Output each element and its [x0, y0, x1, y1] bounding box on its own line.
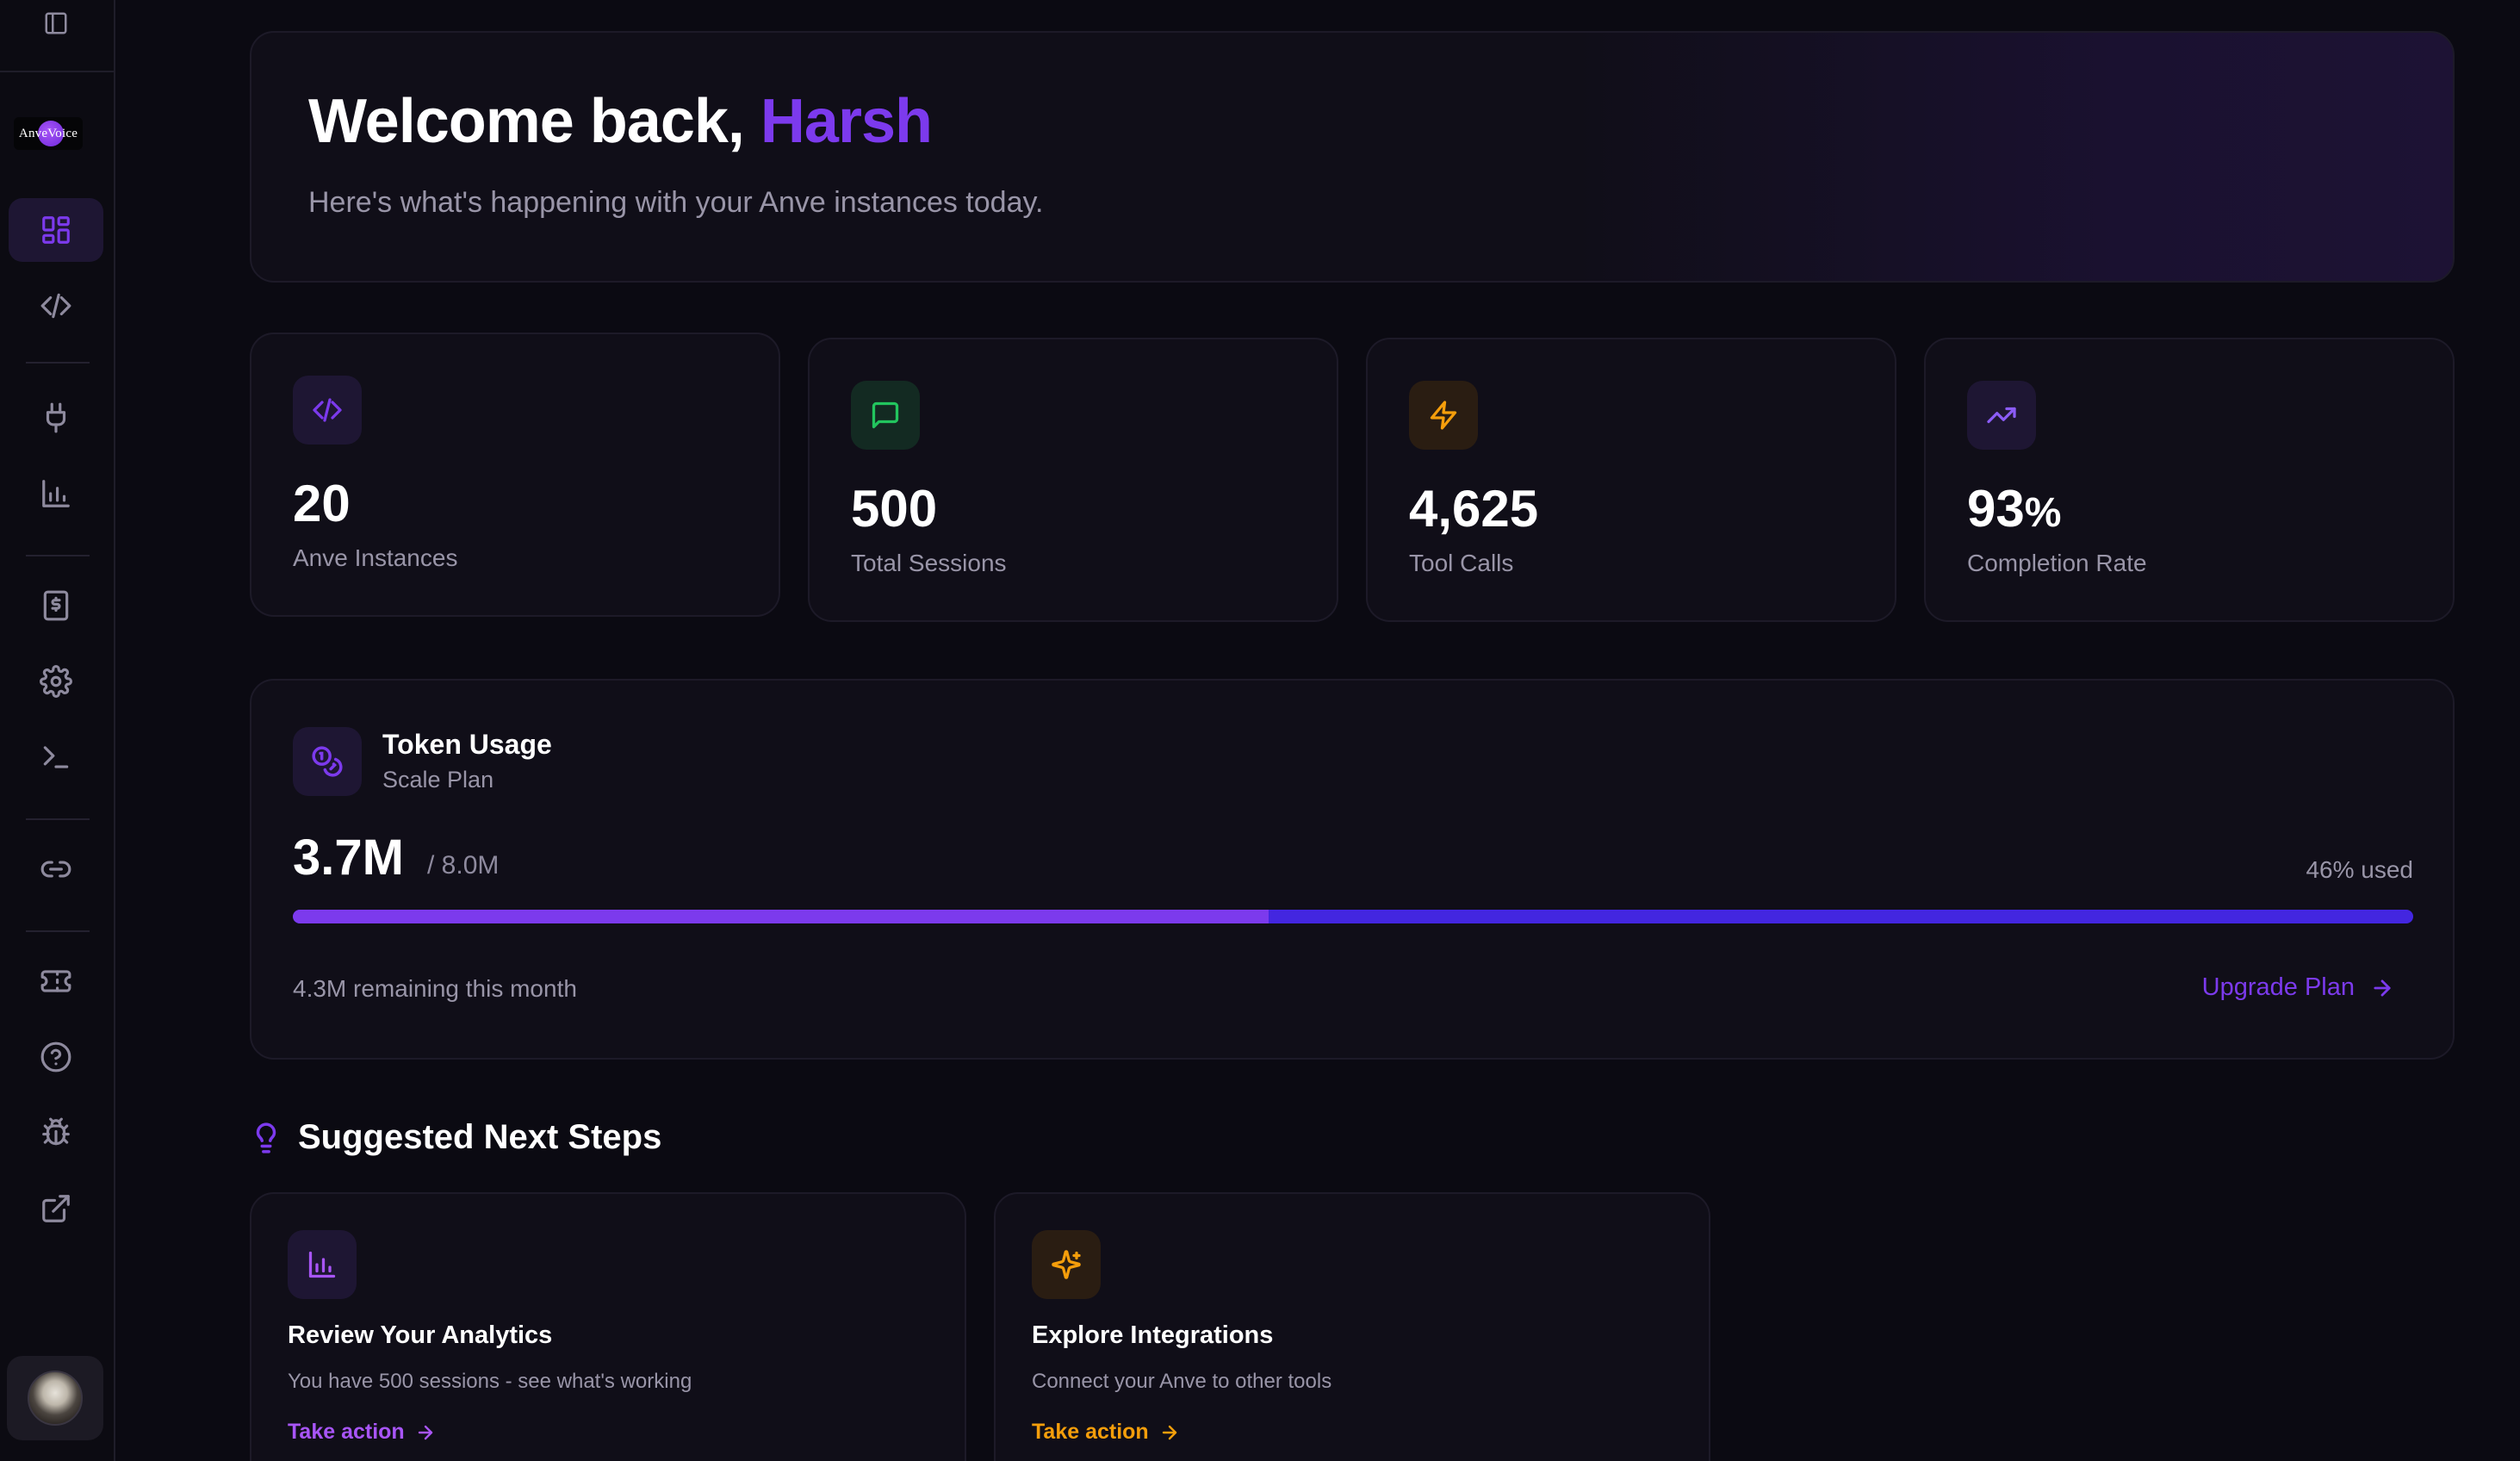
sidebar-item-links[interactable] [9, 837, 103, 901]
arrow-right-icon [1159, 1422, 1180, 1443]
step-description: Connect your Anve to other tools [1032, 1370, 1332, 1393]
sidebar: AnveVoice [0, 0, 115, 1461]
welcome-subtitle: Here's what's happening with your Anve i… [308, 186, 1044, 219]
token-usage-title: Token Usage [382, 729, 552, 760]
stat-value: 93% [1967, 480, 2062, 538]
stat-label: Anve Instances [293, 544, 458, 571]
step-title: Review Your Analytics [288, 1321, 553, 1349]
usage-progress-fill [293, 910, 1269, 923]
stat-card-instances[interactable]: 20 Anve Instances [250, 333, 780, 617]
next-steps-title: Suggested Next Steps [298, 1118, 662, 1156]
divider [26, 930, 90, 932]
arrow-right-icon [2370, 976, 2394, 1000]
take-action-label: Take action [288, 1420, 405, 1444]
sidebar-item-analytics[interactable] [9, 462, 103, 525]
stat-card-completion-rate[interactable]: 93% Completion Rate [1924, 338, 2455, 622]
bar-chart-icon [288, 1230, 357, 1299]
divider [26, 362, 90, 364]
external-link-icon [40, 1192, 72, 1225]
token-usage-card: Token Usage Scale Plan 3.7M / 8.0M 46% u… [250, 679, 2455, 1060]
avatar [28, 1371, 83, 1426]
step-description: You have 500 sessions - see what's worki… [288, 1370, 692, 1393]
user-name: Harsh [760, 87, 933, 156]
code-icon [293, 376, 362, 445]
layout-grid-icon [40, 214, 72, 246]
step-card-integrations[interactable]: Explore Integrations Connect your Anve t… [994, 1192, 1710, 1461]
arrow-right-icon [415, 1422, 436, 1443]
plug-icon [40, 401, 72, 434]
user-menu-button[interactable] [7, 1356, 103, 1440]
receipt-dollar-icon [40, 589, 72, 622]
bar-chart-icon [40, 477, 72, 510]
sidebar-item-settings[interactable] [9, 650, 103, 713]
brand-logo[interactable]: AnveVoice [14, 117, 83, 150]
sidebar-item-external[interactable] [9, 1177, 103, 1240]
divider [26, 555, 90, 556]
divider [26, 818, 90, 820]
sidebar-item-bug-report[interactable] [9, 1101, 103, 1165]
sidebar-item-dashboard[interactable] [9, 198, 103, 262]
sidebar-item-tickets[interactable] [9, 949, 103, 1013]
sidebar-item-code[interactable] [9, 274, 103, 338]
terminal-icon [40, 741, 72, 774]
zap-icon [1409, 381, 1478, 450]
stat-label: Tool Calls [1409, 550, 1514, 576]
usage-progress-bar [293, 910, 2413, 923]
bug-icon [40, 1116, 72, 1149]
usage-percent: 46% used [2306, 856, 2413, 883]
sidebar-item-help[interactable] [9, 1025, 103, 1089]
upgrade-plan-label: Upgrade Plan [2201, 973, 2355, 1001]
upgrade-plan-button[interactable]: Upgrade Plan [2202, 973, 2394, 1002]
take-action-label: Take action [1032, 1420, 1149, 1444]
tokens-used: 3.7M [293, 830, 404, 886]
greeting-text: Welcome back, [308, 87, 760, 156]
help-circle-icon [40, 1041, 72, 1073]
next-steps-heading: Suggested Next Steps [250, 1118, 661, 1157]
message-square-icon [851, 381, 920, 450]
sidebar-item-console[interactable] [9, 725, 103, 789]
plan-name: Scale Plan [382, 767, 494, 793]
link-icon [40, 853, 72, 886]
welcome-banner: Welcome back, Harsh Here's what's happen… [250, 31, 2455, 283]
step-title: Explore Integrations [1032, 1321, 1274, 1349]
coins-icon [293, 727, 362, 796]
page-title: Welcome back, Harsh [308, 86, 933, 157]
stat-value: 20 [293, 475, 351, 532]
sparkles-icon [1032, 1230, 1101, 1299]
sidebar-item-integrations[interactable] [9, 386, 103, 450]
stat-card-tool-calls[interactable]: 4,625 Tool Calls [1366, 338, 1896, 622]
tokens-remaining: 4.3M remaining this month [293, 975, 577, 1002]
toggle-sidebar-button[interactable] [9, 0, 103, 55]
sidebar-item-billing[interactable] [9, 574, 103, 637]
take-action-link[interactable]: Take action [288, 1420, 436, 1445]
logo-text: AnveVoice [18, 126, 78, 140]
take-action-link[interactable]: Take action [1032, 1420, 1180, 1445]
panel-left-icon [43, 10, 69, 36]
stat-label: Completion Rate [1967, 550, 2147, 576]
ticket-icon [40, 965, 72, 998]
gear-icon [40, 665, 72, 698]
code-icon [40, 289, 72, 322]
trending-up-icon [1967, 381, 2036, 450]
stat-value: 500 [851, 480, 938, 538]
tokens-limit: / 8.0M [427, 851, 500, 880]
lightbulb-icon [250, 1122, 282, 1154]
step-card-analytics[interactable]: Review Your Analytics You have 500 sessi… [250, 1192, 966, 1461]
stat-card-sessions[interactable]: 500 Total Sessions [808, 338, 1338, 622]
divider [0, 71, 115, 72]
stat-value: 4,625 [1409, 480, 1539, 538]
stat-label: Total Sessions [851, 550, 1007, 576]
